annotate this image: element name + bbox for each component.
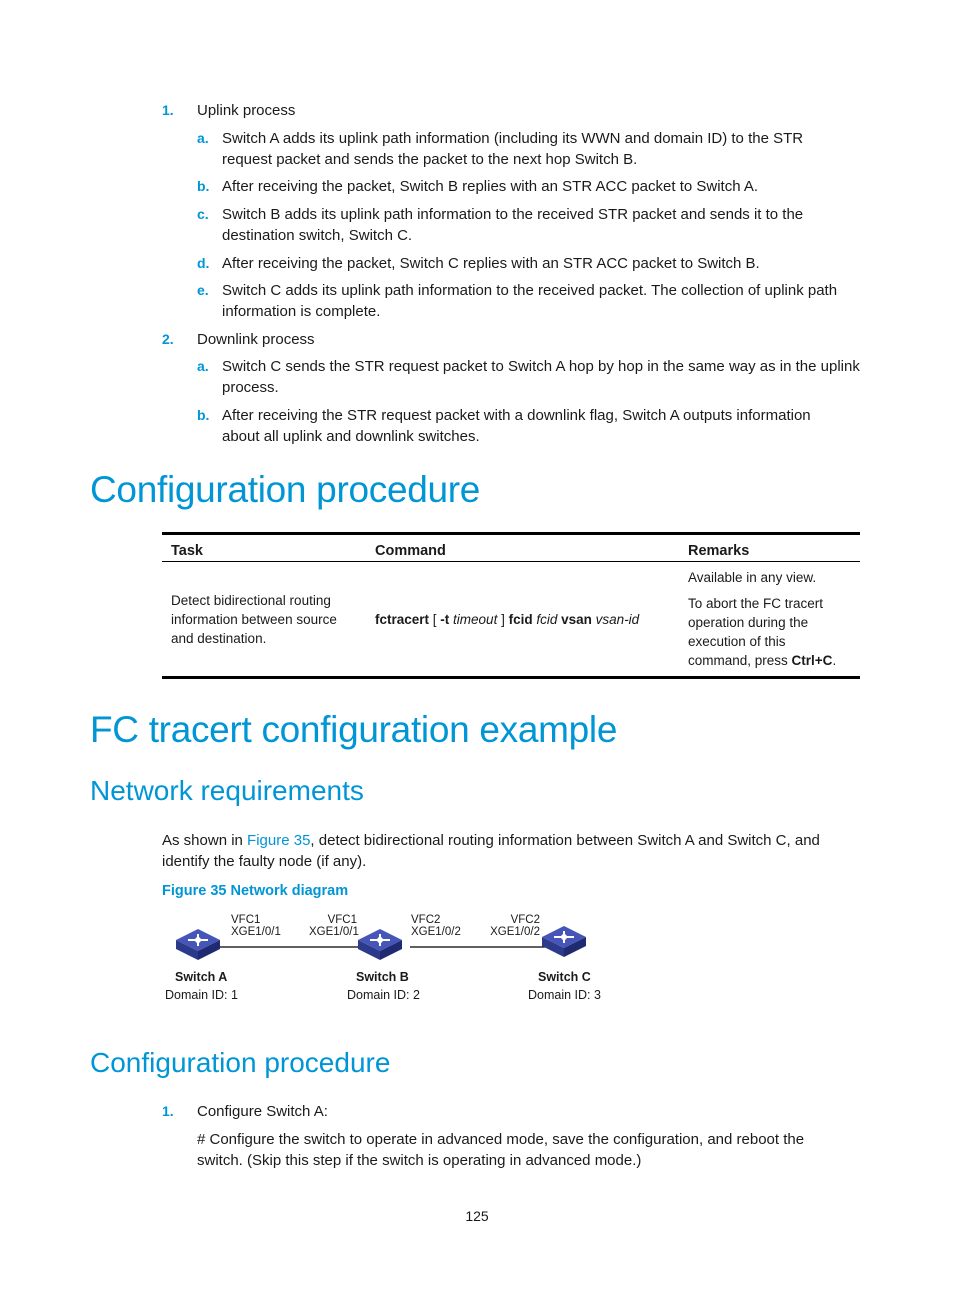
column-header-task: Task xyxy=(162,532,366,562)
sub-letter: b. xyxy=(197,407,210,423)
sub-item-text: After receiving the packet, Switch B rep… xyxy=(222,178,759,195)
page-number: 125 xyxy=(465,1208,489,1224)
command-table: Task Command Remarks Detect bidirectiona… xyxy=(162,532,860,679)
sub-item-text: Switch C sends the STR request packet to… xyxy=(222,358,860,396)
list-item-label: Downlink process xyxy=(197,331,315,348)
switch-c-name: Switch C xyxy=(538,970,591,984)
network-requirements-text: As shown in Figure 35, detect bidirectio… xyxy=(162,832,820,870)
command-cell: fctracert [ -t timeout ] fcid fcid vsan … xyxy=(366,561,679,679)
switch-b-name: Switch B xyxy=(356,970,409,984)
sub-letter: d. xyxy=(197,255,210,271)
list-item-label: Uplink process xyxy=(197,102,296,119)
figure-caption: Figure 35 Network diagram xyxy=(162,883,349,899)
sub-item-text: After receiving the packet, Switch C rep… xyxy=(222,255,760,272)
sub-letter: b. xyxy=(197,178,210,194)
list-number: 1. xyxy=(162,1103,174,1119)
port-label-b-left: VFC1 XGE1/0/1 xyxy=(309,914,359,938)
column-header-remarks: Remarks xyxy=(679,532,860,562)
section-heading-fc-tracert-example: FC tracert configuration example xyxy=(90,709,618,750)
switch-a-domain: Domain ID: 1 xyxy=(165,988,238,1002)
switch-c-icon xyxy=(542,926,586,957)
sub-letter: a. xyxy=(197,130,209,146)
port-label-b-right: VFC2 XGE1/0/2 xyxy=(411,914,461,938)
list-item-label: Configure Switch A: xyxy=(197,1103,328,1120)
switch-c-domain: Domain ID: 3 xyxy=(528,988,601,1002)
sub-letter: e. xyxy=(197,282,209,298)
task-cell: Detect bidirectional routing information… xyxy=(162,561,366,679)
subsection-heading-configuration-procedure: Configuration procedure xyxy=(90,1047,391,1078)
switch-a-name: Switch A xyxy=(175,970,228,984)
table-row: Detect bidirectional routing information… xyxy=(162,561,860,679)
sub-item-text: Switch A adds its uplink path informatio… xyxy=(222,130,804,168)
remarks-cell: Available in any view. To abort the FC t… xyxy=(679,561,860,679)
sub-letter: c. xyxy=(197,206,209,222)
switch-b-icon xyxy=(358,929,402,960)
sub-letter: a. xyxy=(197,358,209,374)
list-number: 2. xyxy=(162,331,174,347)
port-label-c: VFC2 XGE1/0/2 xyxy=(490,914,540,938)
config-step-text: # Configure the switch to operate in adv… xyxy=(197,1131,805,1169)
network-diagram: VFC1 XGE1/0/1 VFC1 XGE1/0/1 VFC2 XGE1/0/2 V… xyxy=(160,910,620,1005)
switch-b-domain: Domain ID: 2 xyxy=(347,988,420,1002)
section-heading-configuration-procedure: Configuration procedure xyxy=(90,469,481,510)
column-header-command: Command xyxy=(366,532,679,562)
switch-a-icon xyxy=(176,929,220,960)
sub-item-text: After receiving the STR request packet w… xyxy=(222,407,811,445)
sub-item-text: Switch B adds its uplink path informatio… xyxy=(222,206,804,244)
subsection-heading-network-requirements: Network requirements xyxy=(90,775,364,806)
list-number: 1. xyxy=(162,102,174,118)
figure-link[interactable]: Figure 35 xyxy=(247,832,310,849)
sub-item-text: Switch C adds its uplink path informatio… xyxy=(222,282,838,320)
port-label-a: VFC1 XGE1/0/1 xyxy=(231,914,281,938)
